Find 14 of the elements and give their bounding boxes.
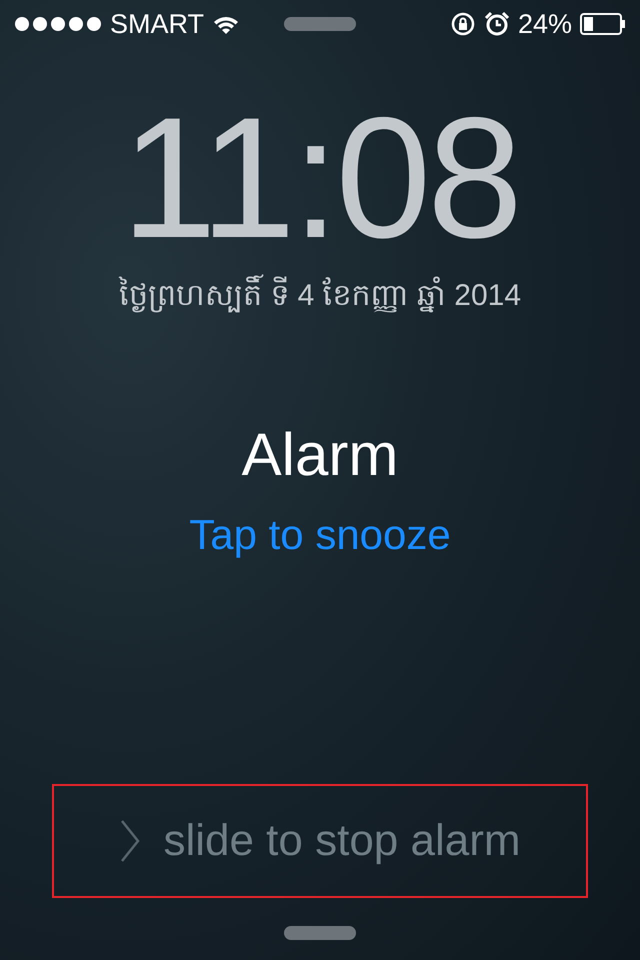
alarm-title: Alarm [242,420,398,489]
alarm-clock-icon [484,11,510,37]
rotation-lock-icon [450,11,476,37]
grabber-handle[interactable] [284,17,356,31]
signal-icon [14,16,102,32]
battery-icon [580,13,626,35]
grabber-handle[interactable] [284,926,356,940]
clock-date: ថ្ងៃព្រហស្បតិ៍ ទី 4 ខែកញ្ញា ឆ្នាំ 2014 [118,276,522,320]
snooze-link[interactable]: Tap to snooze [189,511,451,559]
battery-percentage: 24% [518,8,572,40]
carrier-name: SMART [110,8,204,40]
chevron-icon [119,819,142,863]
slide-to-stop-label[interactable]: slide to stop alarm [163,816,521,866]
clock-time: 11:08 [121,92,519,264]
